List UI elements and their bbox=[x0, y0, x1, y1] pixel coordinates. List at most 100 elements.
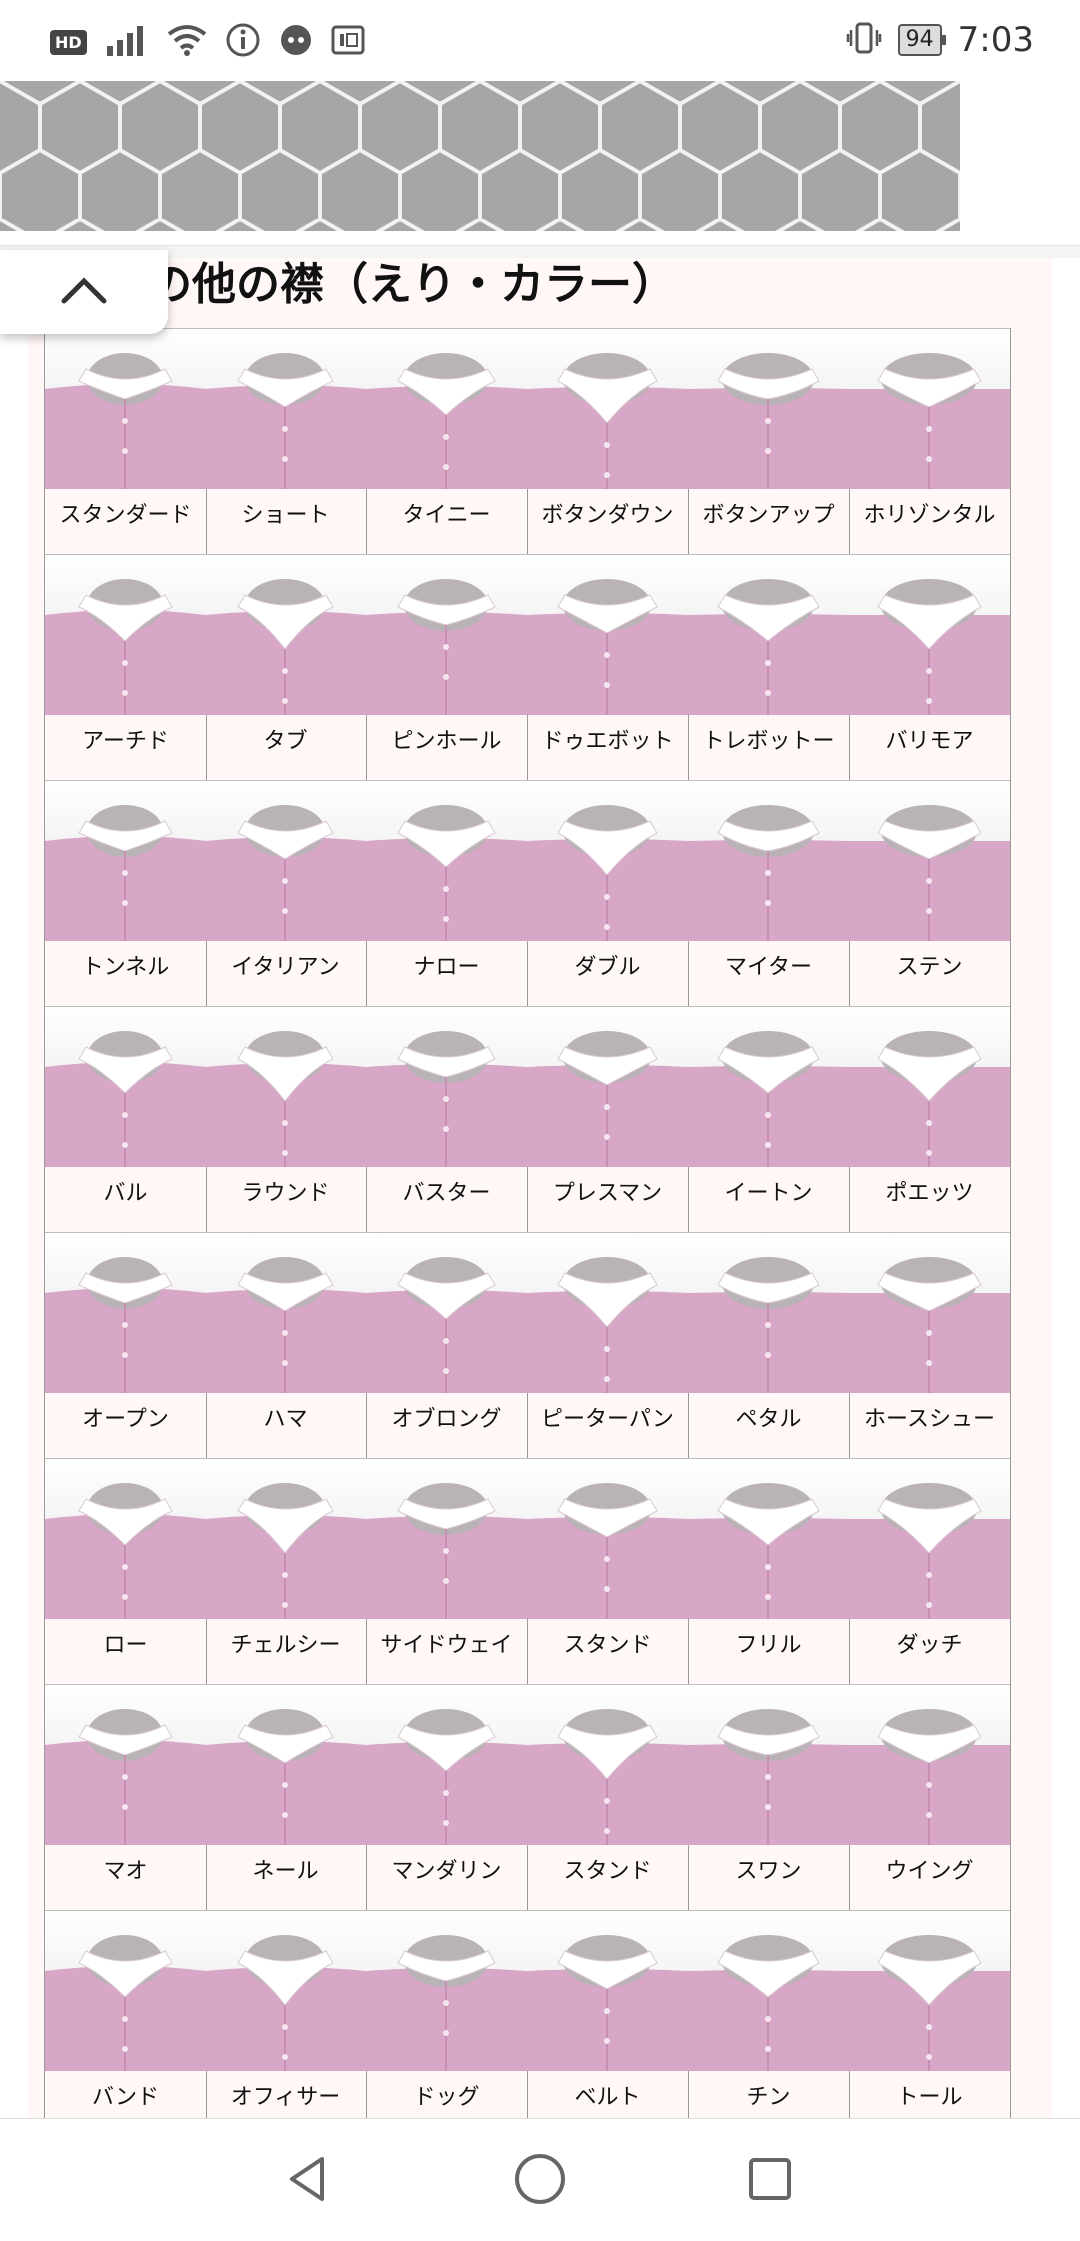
collar-image bbox=[527, 1684, 688, 1845]
collar-item[interactable]: ピーターパン bbox=[527, 1232, 689, 1458]
collar-label: ペタル bbox=[735, 1407, 802, 1432]
collar-item[interactable]: スワン bbox=[688, 1684, 850, 1910]
collar-item[interactable]: ベルト bbox=[527, 1910, 689, 2136]
collar-image bbox=[366, 1458, 527, 1619]
collar-item[interactable]: ナロー bbox=[366, 780, 528, 1006]
collar-image bbox=[688, 328, 849, 489]
collar-item[interactable]: トレボットー bbox=[688, 554, 850, 780]
collar-image bbox=[849, 1684, 1010, 1845]
collar-item[interactable]: ウイング bbox=[849, 1684, 1011, 1910]
collar-image bbox=[45, 554, 206, 715]
collar-item[interactable]: アーチド bbox=[44, 554, 207, 780]
collar-item[interactable]: マンダリン bbox=[366, 1684, 528, 1910]
collar-item[interactable]: バンド bbox=[44, 1910, 207, 2136]
collar-item[interactable]: イートン bbox=[688, 1006, 850, 1232]
battery-icon: 94 bbox=[897, 24, 946, 56]
collar-item[interactable]: ペタル bbox=[688, 1232, 850, 1458]
collar-item[interactable]: バスター bbox=[366, 1006, 528, 1232]
status-left: HD bbox=[50, 22, 365, 62]
collar-label: チン bbox=[746, 2085, 791, 2110]
nfc-icon bbox=[331, 25, 365, 59]
content-area: の他の襟（えり・カラー） スタンダード ショート タイニー ボタンダウン ボタンアップホ… bbox=[0, 258, 1080, 2136]
collar-image bbox=[527, 780, 688, 941]
collar-label: ボタンダウン bbox=[541, 503, 674, 528]
collar-label: ダッチ bbox=[896, 1633, 963, 1658]
collar-item[interactable]: ボタンダウン bbox=[527, 328, 689, 554]
collar-item[interactable]: オブロング bbox=[366, 1232, 528, 1458]
collar-label: オフィサー bbox=[230, 2085, 341, 2110]
collar-item[interactable]: フリル bbox=[688, 1458, 850, 1684]
collar-item[interactable]: ハマ bbox=[205, 1232, 367, 1458]
collar-label: スワン bbox=[735, 1859, 802, 1884]
collar-image bbox=[366, 1910, 527, 2071]
collar-image bbox=[688, 1910, 849, 2071]
collar-item[interactable]: トール bbox=[849, 1910, 1011, 2136]
collar-item[interactable]: ダブル bbox=[527, 780, 689, 1006]
collar-item[interactable]: ドゥエボット bbox=[527, 554, 689, 780]
collar-item[interactable]: バリモア bbox=[849, 554, 1011, 780]
collar-label: タブ bbox=[263, 729, 308, 754]
signal-icon bbox=[105, 24, 149, 60]
collar-item[interactable]: サイドウェイ bbox=[366, 1458, 528, 1684]
collar-image bbox=[527, 1458, 688, 1619]
collar-label: ステン bbox=[896, 955, 963, 980]
collar-label: スタンド bbox=[563, 1859, 652, 1884]
collar-image bbox=[849, 1006, 1010, 1167]
collar-image bbox=[849, 1910, 1010, 2071]
back-triangle-icon[interactable] bbox=[276, 2147, 340, 2211]
collar-label: ナロー bbox=[413, 955, 480, 980]
collar-item[interactable]: プレスマン bbox=[527, 1006, 689, 1232]
collar-item[interactable]: ピンホール bbox=[366, 554, 528, 780]
collar-label: ピンホール bbox=[391, 729, 502, 754]
status-bar: HD 94 7:03 bbox=[0, 0, 1080, 80]
collar-item[interactable]: スタンド bbox=[527, 1684, 689, 1910]
collar-image bbox=[205, 1458, 366, 1619]
collar-image bbox=[205, 1910, 366, 2071]
collar-item[interactable]: ロー bbox=[44, 1458, 207, 1684]
collar-label: ピーターパン bbox=[541, 1407, 674, 1432]
collar-item[interactable]: オフィサー bbox=[205, 1910, 367, 2136]
collar-item[interactable]: タイニー bbox=[366, 328, 528, 554]
collar-label: ダブル bbox=[574, 955, 641, 980]
recents-square-icon[interactable] bbox=[738, 2147, 802, 2211]
banner-gap bbox=[960, 81, 1080, 231]
collar-item[interactable]: チェルシー bbox=[205, 1458, 367, 1684]
collar-item[interactable]: ホリゾンタル bbox=[849, 328, 1011, 554]
collar-label: フリル bbox=[735, 1633, 802, 1658]
section-title: の他の襟（えり・カラー） bbox=[148, 259, 676, 308]
collar-item[interactable]: オープン bbox=[44, 1232, 207, 1458]
collar-item[interactable]: トンネル bbox=[44, 780, 207, 1006]
collar-item[interactable]: ボタンアップ bbox=[688, 328, 850, 554]
collar-item[interactable]: ネール bbox=[205, 1684, 367, 1910]
collar-item[interactable]: ラウンド bbox=[205, 1006, 367, 1232]
collar-item[interactable]: タブ bbox=[205, 554, 367, 780]
collar-item[interactable]: バル bbox=[44, 1006, 207, 1232]
scroll-top-button[interactable] bbox=[0, 250, 168, 334]
collar-item[interactable]: チン bbox=[688, 1910, 850, 2136]
collar-image bbox=[366, 1232, 527, 1393]
collar-label: ロー bbox=[103, 1633, 148, 1658]
collar-item[interactable]: ホースシュー bbox=[849, 1232, 1011, 1458]
collar-label: ホースシュー bbox=[864, 1407, 995, 1432]
collar-image bbox=[205, 1232, 366, 1393]
collar-image bbox=[205, 554, 366, 715]
collar-item[interactable]: ダッチ bbox=[849, 1458, 1011, 1684]
collar-image bbox=[366, 554, 527, 715]
collar-image bbox=[849, 780, 1010, 941]
collar-image bbox=[527, 554, 688, 715]
collar-item[interactable]: ドッグ bbox=[366, 1910, 528, 2136]
collar-item[interactable]: スタンダード bbox=[44, 328, 207, 554]
collar-item[interactable]: スタンド bbox=[527, 1458, 689, 1684]
collar-label: バル bbox=[103, 1181, 148, 1206]
collar-item[interactable]: イタリアン bbox=[205, 780, 367, 1006]
collar-image bbox=[205, 328, 366, 489]
collar-item[interactable]: マオ bbox=[44, 1684, 207, 1910]
collar-item[interactable]: マイター bbox=[688, 780, 850, 1006]
collar-item[interactable]: ポエッツ bbox=[849, 1006, 1011, 1232]
collar-item[interactable]: ステン bbox=[849, 780, 1011, 1006]
collar-image bbox=[688, 1458, 849, 1619]
collar-item[interactable]: ショート bbox=[205, 328, 367, 554]
collar-label: ラウンド bbox=[241, 1181, 330, 1206]
home-circle-icon[interactable] bbox=[508, 2147, 572, 2211]
collar-label: ドゥエボット bbox=[541, 729, 674, 754]
